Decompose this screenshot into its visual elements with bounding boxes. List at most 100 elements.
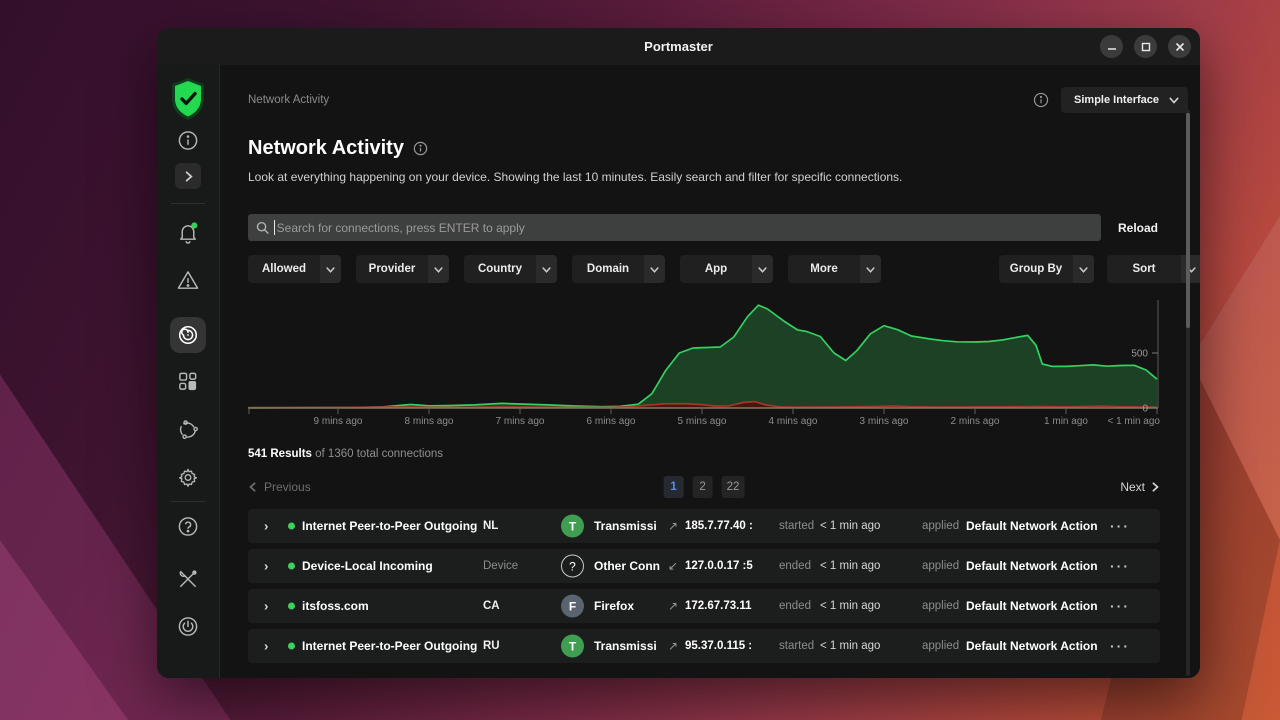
maximize-button[interactable] bbox=[1134, 35, 1157, 58]
next-page-button[interactable]: Next bbox=[1120, 480, 1160, 494]
results-summary: 541 Results of 1360 total connections bbox=[248, 448, 1160, 460]
sidebar-item-apps[interactable] bbox=[178, 371, 199, 397]
app-name: Transmissi bbox=[594, 519, 660, 533]
sidebar-item-processes[interactable] bbox=[177, 418, 200, 446]
allowed-connections-area bbox=[248, 305, 1157, 408]
spiral-activity-icon bbox=[177, 324, 199, 346]
connection-name: Device-Local Incoming bbox=[302, 559, 433, 573]
filter-provider[interactable]: Provider bbox=[356, 255, 449, 283]
connection-status: started bbox=[779, 520, 814, 532]
filter-more[interactable]: More bbox=[788, 255, 881, 283]
apps-grid-icon bbox=[178, 371, 199, 392]
app-name: Firefox bbox=[594, 599, 660, 613]
search-input[interactable] bbox=[277, 221, 1101, 235]
page-button-2[interactable]: 2 bbox=[693, 476, 713, 498]
sidebar-item-info[interactable] bbox=[178, 130, 199, 156]
expand-chevron-icon[interactable]: › bbox=[264, 519, 268, 534]
connection-name: Internet Peer-to-Peer Outgoing bbox=[302, 639, 477, 653]
interface-mode-dropdown[interactable]: Simple Interface bbox=[1061, 87, 1188, 113]
sidebar-divider bbox=[171, 501, 205, 502]
shield-check-icon bbox=[168, 77, 208, 121]
page-buttons: 1222 bbox=[664, 476, 745, 498]
page-button-1[interactable]: 1 bbox=[664, 476, 684, 498]
previous-label: Previous bbox=[264, 480, 311, 494]
sidebar-item-alerts[interactable] bbox=[177, 269, 200, 297]
connection-ip: 95.37.0.115 : bbox=[685, 640, 773, 652]
sidebar-item-settings[interactable] bbox=[178, 467, 199, 493]
pagination: Previous 1222 Next bbox=[248, 473, 1160, 501]
filter-label: Allowed bbox=[248, 255, 320, 283]
interface-mode-label: Simple Interface bbox=[1074, 94, 1159, 106]
sidebar-item-help[interactable] bbox=[178, 516, 199, 542]
filter-row: Allowed Provider Country Domain App More… bbox=[248, 255, 1200, 283]
connection-ip: 127.0.0.17 :5 bbox=[685, 560, 773, 572]
help-icon bbox=[178, 516, 199, 537]
row-menu-button[interactable]: ··· bbox=[1110, 598, 1130, 614]
app-icon: T bbox=[561, 515, 584, 538]
group-by-dropdown[interactable]: Group By bbox=[999, 255, 1094, 283]
row-menu-button[interactable]: ··· bbox=[1110, 518, 1130, 534]
info-icon[interactable] bbox=[413, 141, 428, 156]
page-button-22[interactable]: 22 bbox=[722, 476, 745, 498]
x-tick-label: 7 mins ago bbox=[496, 416, 545, 427]
filter-domain[interactable]: Domain bbox=[572, 255, 665, 283]
connection-name: itsfoss.com bbox=[302, 599, 369, 613]
close-button[interactable] bbox=[1168, 35, 1191, 58]
status-dot bbox=[288, 603, 295, 610]
scrollbar-thumb[interactable] bbox=[1186, 113, 1190, 328]
results-count: 541 Results bbox=[248, 448, 312, 460]
expand-chevron-icon[interactable]: › bbox=[264, 559, 268, 574]
titlebar[interactable]: Portmaster bbox=[157, 28, 1200, 65]
row-menu-button[interactable]: ··· bbox=[1110, 558, 1130, 574]
connection-status: ended bbox=[779, 560, 811, 572]
reload-button[interactable]: Reload bbox=[1116, 217, 1160, 239]
search-box[interactable] bbox=[248, 214, 1101, 241]
minimize-button[interactable] bbox=[1100, 35, 1123, 58]
sidebar-item-tools[interactable] bbox=[177, 568, 199, 595]
status-dot bbox=[288, 563, 295, 570]
row-menu-button[interactable]: ··· bbox=[1110, 638, 1130, 654]
applied-label: applied bbox=[922, 600, 959, 612]
minimize-icon bbox=[1107, 42, 1117, 52]
x-tick-label: 2 mins ago bbox=[951, 416, 1000, 427]
maximize-icon bbox=[1141, 42, 1151, 52]
sidebar-item-network-activity[interactable] bbox=[170, 317, 206, 353]
connection-row[interactable]: › itsfoss.com CA F Firefox ↗ 172.67.73.1… bbox=[248, 589, 1160, 623]
sidebar bbox=[157, 65, 220, 678]
x-tick-label: 9 mins ago bbox=[314, 416, 363, 427]
connection-row[interactable]: › Internet Peer-to-Peer Outgoing NL T Tr… bbox=[248, 509, 1160, 543]
filter-label: Country bbox=[464, 255, 536, 283]
main-content: Network Activity Simple Interface Networ… bbox=[220, 65, 1200, 678]
connection-time: < 1 min ago bbox=[820, 520, 880, 532]
results-total: of 1360 total connections bbox=[315, 448, 443, 460]
connection-status: started bbox=[779, 640, 814, 652]
breadcrumb[interactable]: Network Activity bbox=[248, 94, 329, 106]
chevron-down-icon bbox=[1079, 265, 1088, 274]
network-action: Default Network Action bbox=[966, 599, 1098, 613]
info-icon[interactable] bbox=[1033, 92, 1049, 108]
page-title: Network Activity bbox=[248, 137, 404, 160]
app-icon: T bbox=[561, 635, 584, 658]
chevron-down-icon bbox=[758, 265, 767, 274]
sidebar-item-notifications[interactable] bbox=[177, 221, 200, 249]
previous-page-button[interactable]: Previous bbox=[248, 480, 311, 494]
page-title-row: Network Activity bbox=[248, 135, 1160, 161]
chevron-down-icon bbox=[542, 265, 551, 274]
scrollbar-track[interactable] bbox=[1186, 110, 1190, 676]
search-icon bbox=[256, 221, 270, 235]
portmaster-logo[interactable] bbox=[168, 77, 208, 126]
sidebar-expand-button[interactable] bbox=[175, 163, 201, 189]
connection-row[interactable]: › Device-Local Incoming Device ? Other C… bbox=[248, 549, 1160, 583]
filter-country[interactable]: Country bbox=[464, 255, 557, 283]
filter-allowed[interactable]: Allowed bbox=[248, 255, 341, 283]
expand-chevron-icon[interactable]: › bbox=[264, 639, 268, 654]
connection-row[interactable]: › Internet Peer-to-Peer Outgoing RU T Tr… bbox=[248, 629, 1160, 663]
expand-chevron-icon[interactable]: › bbox=[264, 599, 268, 614]
info-icon bbox=[178, 130, 199, 151]
sidebar-item-shutdown[interactable] bbox=[178, 616, 199, 642]
app-name: Transmissi bbox=[594, 639, 660, 653]
incoming-arrow-icon: ↙ bbox=[668, 559, 678, 573]
page-subtitle: Look at everything happening on your dev… bbox=[248, 170, 1160, 185]
gear-icon bbox=[178, 467, 199, 488]
filter-app[interactable]: App bbox=[680, 255, 773, 283]
